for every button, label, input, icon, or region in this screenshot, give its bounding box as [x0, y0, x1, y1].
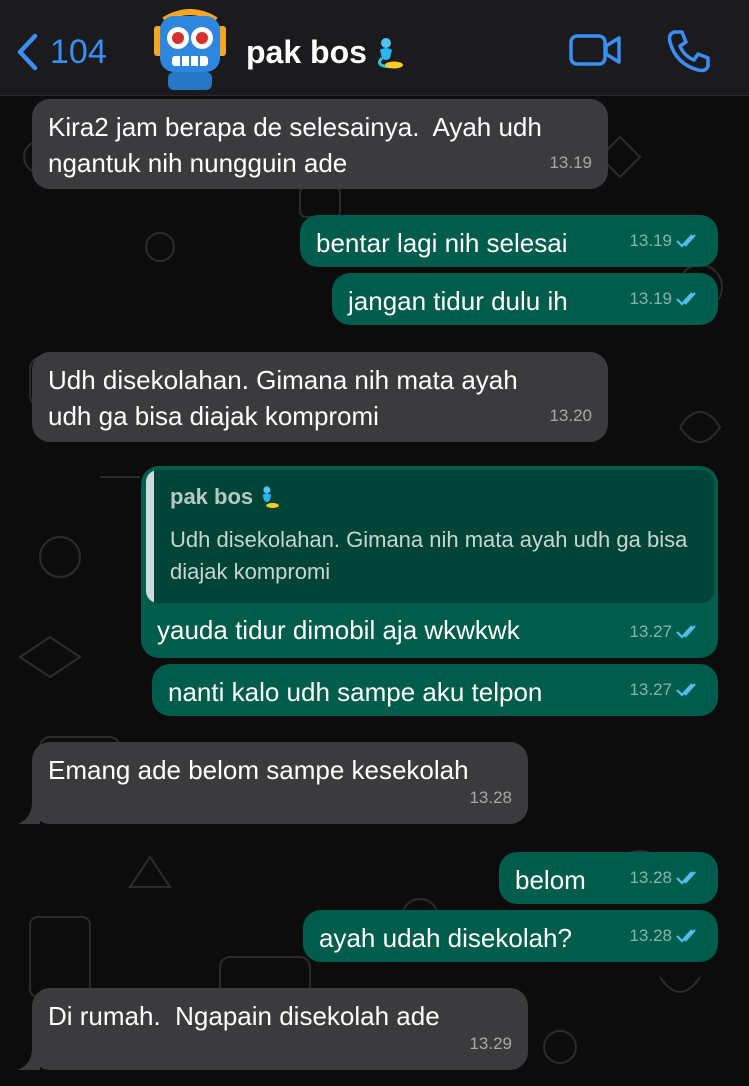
message-time: 13.29 [469, 1034, 512, 1053]
outgoing-message[interactable]: belom 13.28 [499, 852, 718, 904]
phone-icon[interactable] [664, 28, 712, 74]
outgoing-message[interactable]: ayah udah disekolah? 13.28 [303, 910, 718, 962]
message-time: 13.19 [549, 153, 592, 172]
incoming-message[interactable]: Di rumah. Ngapain disekolah ade 13.29 [32, 988, 528, 1070]
incoming-message[interactable]: Udh disekolahan. Gimana nih mata ayah ud… [32, 352, 608, 442]
outgoing-message[interactable]: nanti kalo udh sampe aku telpon 13.27 [152, 664, 718, 716]
video-camera-icon[interactable] [568, 30, 622, 70]
genie-icon [377, 38, 403, 69]
double-check-icon [676, 683, 696, 697]
double-check-icon [676, 929, 696, 943]
quote-sender-name: pak bos [170, 484, 254, 509]
quoted-message[interactable]: pak bos Udh disekolahan. Gimana nih mata… [146, 470, 714, 603]
chat-header: 104 pak bos [0, 0, 749, 96]
message-time: 13.19 [629, 231, 672, 250]
message-time: 13.28 [629, 868, 672, 887]
double-check-icon [676, 292, 696, 306]
incoming-message[interactable]: Emang ade belom sampe kesekolah 13.28 [32, 742, 528, 824]
chevron-left-icon [17, 33, 38, 71]
back-button[interactable]: 104 [14, 28, 107, 76]
message-time: 13.28 [469, 788, 512, 807]
bubble-tail [18, 802, 40, 824]
quote-bar [146, 470, 154, 603]
message-text: Udh disekolahan. Gimana nih mata ayah ud… [48, 365, 518, 431]
outgoing-message[interactable]: bentar lagi nih selesai 13.19 [300, 215, 718, 267]
contact-name[interactable]: pak bos [246, 34, 367, 71]
message-time: 13.19 [629, 289, 672, 308]
quote-sender: pak bos [170, 484, 281, 510]
message-time: 13.27 [629, 622, 672, 641]
message-text: Di rumah. Ngapain disekolah ade [48, 1001, 440, 1031]
double-check-icon [676, 625, 696, 639]
quote-text: Udh disekolahan. Gimana nih mata ayah ud… [170, 527, 688, 584]
incoming-message[interactable]: Kira2 jam berapa de selesainya. Ayah udh… [32, 99, 608, 189]
genie-icon [262, 486, 280, 508]
message-time: 13.20 [549, 406, 592, 425]
double-check-icon [676, 234, 696, 248]
message-text: Emang ade belom sampe kesekolah [48, 755, 469, 785]
reply-message-body: yauda tidur dimobil aja wkwkwk 13.27 [141, 604, 718, 658]
robot-avatar-icon[interactable] [150, 6, 230, 92]
outgoing-message[interactable]: jangan tidur dulu ih 13.19 [332, 273, 718, 325]
bubble-tail [18, 1048, 40, 1070]
message-time: 13.28 [629, 926, 672, 945]
unread-count: 104 [50, 32, 107, 71]
message-time: 13.27 [629, 680, 672, 699]
message-text: Kira2 jam berapa de selesainya. Ayah udh… [48, 112, 542, 178]
double-check-icon [676, 871, 696, 885]
